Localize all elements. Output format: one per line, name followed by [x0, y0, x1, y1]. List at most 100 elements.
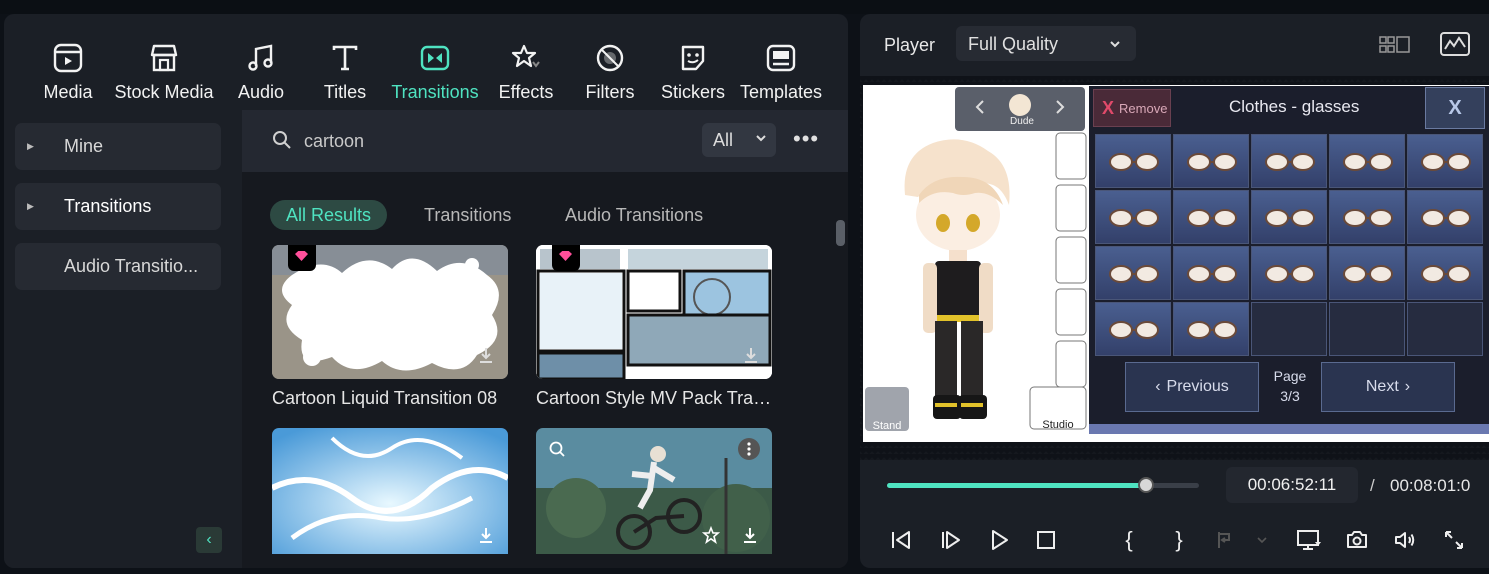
- download-icon[interactable]: [475, 344, 497, 366]
- thumbnail-image: [536, 245, 772, 379]
- tool-filters[interactable]: Filters: [583, 40, 637, 104]
- next-button[interactable]: Next ›: [1321, 362, 1455, 412]
- glasses-item[interactable]: [1251, 246, 1327, 300]
- previous-button[interactable]: ‹ Previous: [1125, 362, 1259, 412]
- effects-icon: [508, 40, 544, 76]
- glasses-icon: [1187, 209, 1237, 227]
- chevron-down-icon: [1249, 527, 1275, 553]
- glasses-icon: [1265, 209, 1315, 227]
- glasses-item[interactable]: [1407, 190, 1483, 244]
- game-screenshot: Dude Stand Studio X Remove Clothes - gla…: [863, 85, 1489, 442]
- tab-all-results[interactable]: All Results: [270, 200, 388, 230]
- sidebar-item-transitions[interactable]: ▶ Transitions: [15, 183, 221, 230]
- time-separator: /: [1370, 476, 1375, 495]
- search-bar: cartoon All •••: [242, 110, 848, 172]
- glasses-icon: [1187, 153, 1237, 171]
- progress-track[interactable]: [887, 477, 1199, 493]
- tool-stock-media[interactable]: Stock Media: [112, 40, 216, 104]
- volume-icon[interactable]: [1392, 527, 1418, 553]
- result-card[interactable]: Cartoon Liquid Transition 08: [272, 245, 508, 409]
- play-button[interactable]: [986, 527, 1012, 553]
- result-card[interactable]: [272, 428, 508, 554]
- glasses-item[interactable]: [1095, 190, 1171, 244]
- glasses-item[interactable]: [1407, 246, 1483, 300]
- next-frame-button[interactable]: [938, 527, 964, 553]
- glasses-item[interactable]: [1173, 302, 1249, 356]
- search-input[interactable]: cartoon: [304, 131, 364, 152]
- glasses-item[interactable]: [1329, 246, 1405, 300]
- glasses-icon: [1109, 209, 1159, 227]
- chevron-down-icon: [754, 131, 768, 150]
- result-filter-tabs: All Results Transitions Audio Transition…: [242, 200, 848, 232]
- snapshot-camera-icon[interactable]: [1344, 527, 1370, 553]
- glasses-item[interactable]: [1173, 246, 1249, 300]
- stop-button[interactable]: [1033, 527, 1059, 553]
- tool-titles[interactable]: Titles: [322, 40, 368, 104]
- collapse-sidebar-button[interactable]: ‹: [196, 527, 222, 553]
- glasses-item[interactable]: [1095, 302, 1171, 356]
- chevron-left-icon: ‹: [206, 531, 212, 548]
- more-vertical-icon[interactable]: [738, 438, 760, 460]
- tool-audio[interactable]: Audio: [236, 40, 286, 104]
- character-name: Dude: [1010, 116, 1034, 127]
- tool-stickers[interactable]: Stickers: [661, 40, 725, 104]
- expand-arrow-icon: ▶: [27, 201, 34, 211]
- tool-media[interactable]: Media: [43, 40, 93, 104]
- display-settings-icon[interactable]: [1296, 527, 1322, 553]
- premium-gem-icon: [552, 245, 580, 271]
- transition-icon: [417, 40, 453, 76]
- category-sidebar: ▶ Mine ▶ Transitions Audio Transitio... …: [4, 110, 242, 568]
- sidebar-item-audio-transitions[interactable]: Audio Transitio...: [15, 243, 221, 290]
- tab-transitions[interactable]: Transitions: [424, 200, 511, 230]
- glasses-item[interactable]: [1095, 134, 1171, 188]
- result-card[interactable]: Cartoon Style MV Pack Trans...: [536, 245, 781, 409]
- scopes-icon[interactable]: [1440, 32, 1470, 61]
- favorite-star-icon[interactable]: [700, 524, 722, 546]
- tool-templates[interactable]: Templates: [739, 40, 823, 104]
- studio-label: Studio: [1042, 419, 1074, 431]
- empty-slot: [1251, 302, 1327, 356]
- glasses-icon: [1187, 265, 1237, 283]
- preview-zoom-icon[interactable]: [546, 438, 568, 460]
- close-panel-button[interactable]: X: [1425, 87, 1485, 129]
- glasses-icon: [1265, 153, 1315, 171]
- filter-dropdown[interactable]: All: [702, 123, 776, 157]
- glasses-item[interactable]: [1329, 190, 1405, 244]
- glasses-item[interactable]: [1251, 190, 1327, 244]
- previous-frame-button[interactable]: [888, 527, 914, 553]
- download-icon[interactable]: [740, 344, 762, 366]
- more-options-button[interactable]: •••: [793, 128, 819, 150]
- tab-audio-transitions[interactable]: Audio Transitions: [565, 200, 703, 230]
- video-preview[interactable]: Dude Stand Studio X Remove Clothes - gla…: [860, 76, 1489, 460]
- progress-handle[interactable]: [1137, 477, 1154, 493]
- clothes-panel: X Remove Clothes - glasses X ‹ Previous P…: [1089, 86, 1489, 434]
- category-title: Clothes - glasses: [1229, 97, 1360, 116]
- sidebar-item-mine[interactable]: ▶ Mine: [15, 123, 221, 170]
- glasses-item[interactable]: [1173, 190, 1249, 244]
- sticker-icon: [675, 40, 711, 76]
- expand-arrow-icon: ▶: [27, 141, 34, 151]
- mark-out-icon[interactable]: }: [1166, 527, 1192, 553]
- glasses-item[interactable]: [1329, 134, 1405, 188]
- thumbnail-image: [272, 428, 508, 554]
- premium-gem-icon: [288, 245, 316, 271]
- remove-button[interactable]: X Remove: [1093, 89, 1171, 127]
- download-icon[interactable]: [739, 524, 761, 546]
- glasses-item[interactable]: [1251, 134, 1327, 188]
- tool-transitions[interactable]: Transitions: [390, 40, 480, 104]
- glasses-item[interactable]: [1095, 246, 1171, 300]
- glasses-item[interactable]: [1173, 134, 1249, 188]
- stand-label: Stand: [872, 420, 902, 432]
- result-card[interactable]: [536, 428, 772, 554]
- fullscreen-icon[interactable]: [1441, 527, 1467, 553]
- glasses-icon: [1109, 321, 1159, 339]
- grid-view-icon[interactable]: [1379, 35, 1411, 60]
- scrollbar-thumb[interactable]: [836, 220, 845, 246]
- glasses-item[interactable]: [1407, 134, 1483, 188]
- glasses-icon: [1343, 153, 1393, 171]
- quality-dropdown[interactable]: Full Quality: [956, 26, 1136, 61]
- filter-icon: [592, 40, 628, 76]
- tool-effects[interactable]: Effects: [498, 40, 554, 104]
- download-icon[interactable]: [475, 524, 497, 546]
- mark-in-icon[interactable]: {: [1116, 527, 1142, 553]
